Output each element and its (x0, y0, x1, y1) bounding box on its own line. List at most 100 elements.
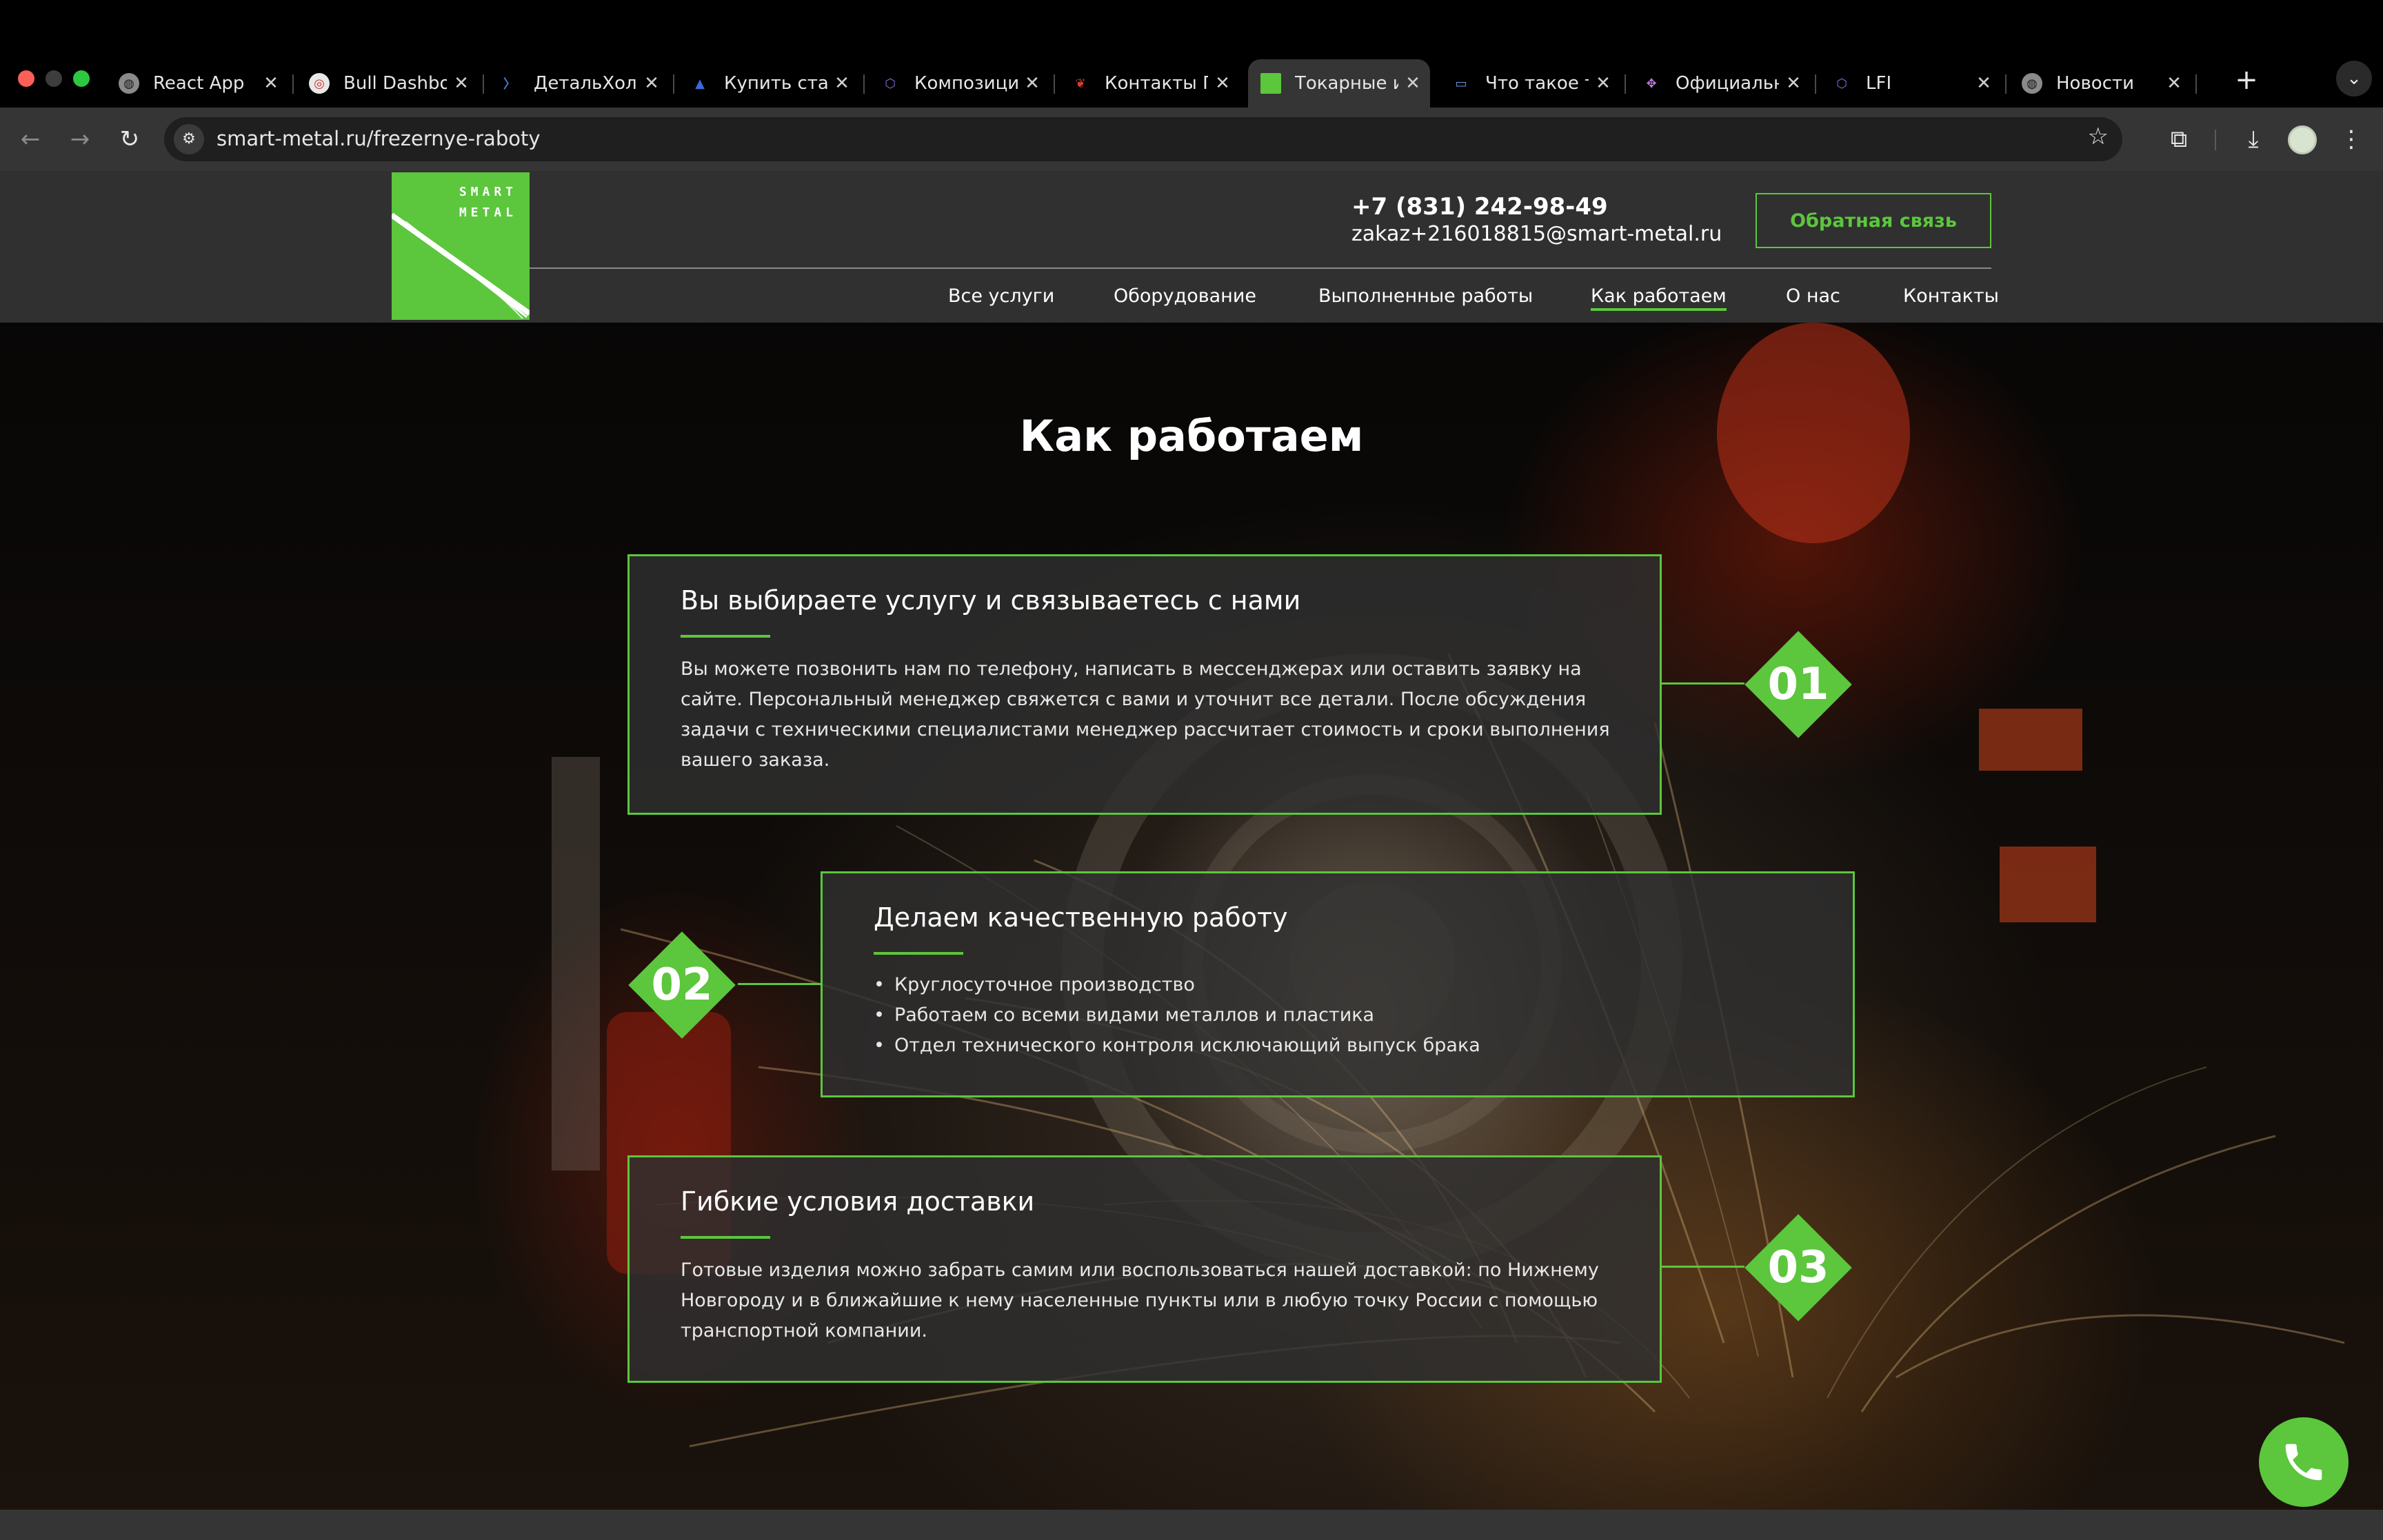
step-1-title: Вы выбираете услугу и связываетесь с нам… (681, 585, 1301, 616)
close-tab-icon[interactable]: ✕ (1973, 73, 1994, 94)
page-title: Как работаем (1019, 411, 1364, 461)
tab-chto-takoe[interactable]: ▭ Что такое т ✕ (1438, 59, 1620, 108)
smart-metal-logo[interactable]: SMART METAL (392, 172, 530, 320)
close-tab-icon[interactable]: ✕ (2164, 73, 2184, 94)
step-card-1: Вы выбираете услугу и связываетесь с нам… (627, 554, 1662, 815)
forward-arrow-icon[interactable]: → (63, 123, 97, 156)
tab-novosti[interactable]: ◍ Новости ✕ (2009, 59, 2191, 108)
site-header: SMART METAL +7 (831) 242-98-49 zakaz+216… (0, 171, 2383, 323)
step-1-number: 01 (1767, 659, 1829, 710)
site-settings-icon[interactable]: ⚙ (174, 124, 204, 154)
extensions-puzzle-icon[interactable]: ⧉ (2162, 123, 2195, 156)
tab-react-app[interactable]: ◍ React App ✕ (106, 59, 288, 108)
tab-tokarnye-active[interactable]: Токарные и ✕ (1248, 59, 1430, 108)
bookmark-star-icon[interactable]: ☆ (2088, 123, 2109, 150)
smart-metal-favicon (1260, 73, 1281, 94)
tab-kompozicii[interactable]: ⬡ Композиции ✕ (867, 59, 1049, 108)
step-3-text: Готовые изделия можно забрать самим или … (681, 1259, 1599, 1341)
triangle-favicon: ▲ (695, 76, 705, 91)
maximize-window-button[interactable] (73, 70, 90, 87)
flame-favicon: ❦ (1075, 76, 1086, 91)
url-text[interactable]: smart-metal.ru/frezernye-raboty (217, 127, 541, 150)
tab-separator (1054, 74, 1055, 94)
globe-icon: ◍ (119, 73, 139, 94)
call-fab-button[interactable] (2259, 1417, 2349, 1507)
tab-search-chevron-icon[interactable]: ⌄ (2336, 61, 2372, 97)
step-2-number: 02 (651, 960, 713, 1011)
globe-icon: ◍ (2022, 73, 2042, 94)
step-3-title: Гибкие условия доставки (681, 1186, 1035, 1217)
kebab-menu-icon[interactable]: ⋮ (2335, 123, 2368, 156)
tab-separator (1625, 74, 1626, 94)
list-item: Отдел технического контроля исключающий … (867, 1031, 1480, 1061)
step-1-text: Вы можете позвонить нам по телефону, нап… (681, 658, 1610, 771)
header-divider (530, 267, 1991, 269)
close-tab-icon[interactable]: ✕ (641, 73, 662, 94)
browser-titlebar: ◍ React App ✕ ◎ Bull Dashboard ✕ 〉 Детал… (0, 0, 2383, 108)
back-arrow-icon[interactable]: ← (14, 123, 47, 156)
callback-button[interactable]: Обратная связь (1756, 193, 1991, 248)
tab-separator (292, 74, 294, 94)
cube-icon: ⬡ (1836, 76, 1847, 91)
tab-detal[interactable]: 〉 ДетальХолдинг ✕ (487, 59, 669, 108)
nav-contacts[interactable]: Контакты (1903, 285, 1999, 307)
logo-swoosh-icon (392, 212, 530, 319)
download-icon[interactable]: ⤓ (2237, 123, 2270, 156)
phone-icon (2285, 1443, 2322, 1481)
minimize-window-button[interactable] (46, 70, 62, 87)
tab-separator (2195, 74, 2197, 94)
detal-favicon: 〉 (503, 77, 516, 92)
close-tab-icon[interactable]: ✕ (1022, 73, 1043, 94)
toolbar-separator (2215, 130, 2216, 150)
step-underline (874, 952, 963, 955)
target-icon: ◎ (309, 73, 330, 94)
close-tab-icon[interactable]: ✕ (832, 73, 852, 94)
step-connector (738, 983, 821, 985)
step-underline (681, 1236, 770, 1239)
reload-icon[interactable]: ↻ (113, 123, 146, 156)
address-bar[interactable]: ⚙ smart-metal.ru/frezernye-raboty ☆ (164, 117, 2122, 161)
step-connector (1662, 682, 1744, 685)
tab-lfi[interactable]: ⬡ LFI ✕ (1819, 59, 2001, 108)
step-underline (681, 635, 770, 638)
tab-kontakty[interactable]: ❦ Контакты П ✕ (1058, 59, 1240, 108)
tab-separator (863, 74, 865, 94)
close-tab-icon[interactable]: ✕ (451, 73, 472, 94)
header-phone[interactable]: +7 (831) 242-98-49 (1351, 193, 1608, 221)
close-tab-icon[interactable]: ✕ (1402, 73, 1423, 94)
close-tab-icon[interactable]: ✕ (261, 73, 281, 94)
card-icon: ▭ (1455, 76, 1467, 91)
step-2-title: Делаем качественную работу (874, 902, 1288, 933)
nav-about[interactable]: О нас (1786, 285, 1840, 307)
tab-separator (2005, 74, 2007, 94)
step-connector (1662, 1266, 1744, 1268)
profile-avatar[interactable] (2288, 125, 2317, 154)
step-2-list: Круглосуточное производство Работаем со … (867, 970, 1480, 1061)
tab-separator (483, 74, 484, 94)
nav-all-services[interactable]: Все услуги (948, 285, 1054, 307)
close-tab-icon[interactable]: ✕ (1593, 73, 1613, 94)
header-email[interactable]: zakaz+216018815@smart-metal.ru (1351, 222, 1722, 246)
close-window-button[interactable] (18, 70, 34, 87)
browser-toolbar: ← → ↻ ⚙ smart-metal.ru/frezernye-raboty … (0, 108, 2383, 171)
list-item: Работаем со всеми видами металлов и плас… (867, 1000, 1480, 1031)
window-bottom-bar (0, 1510, 2383, 1540)
list-item: Круглосуточное производство (867, 970, 1480, 1000)
cube-icon: ⬡ (885, 76, 896, 91)
puzzle-favicon: ✥ (1646, 76, 1657, 91)
close-tab-icon[interactable]: ✕ (1783, 73, 1804, 94)
close-tab-icon[interactable]: ✕ (1212, 73, 1233, 94)
step-card-2: Делаем качественную работу Круглосуточно… (821, 871, 1855, 1097)
new-tab-button[interactable]: + (2230, 63, 2263, 97)
tab-oficialnyj[interactable]: ✥ Официальн ✕ (1629, 59, 1811, 108)
step-card-3: Гибкие условия доставки Готовые изделия … (627, 1155, 1662, 1383)
page-viewport: SMART METAL +7 (831) 242-98-49 zakaz+216… (0, 171, 2383, 1510)
step-3-number: 03 (1767, 1242, 1829, 1293)
nav-how-we-work[interactable]: Как работаем (1591, 285, 1727, 311)
tab-strip: ◍ React App ✕ ◎ Bull Dashboard ✕ 〉 Детал… (106, 59, 2333, 108)
tab-separator (673, 74, 674, 94)
nav-equipment[interactable]: Оборудование (1114, 285, 1256, 307)
nav-completed-works[interactable]: Выполненные работы (1318, 285, 1533, 307)
tab-kupit-stanok[interactable]: ▲ Купить станок ✕ (677, 59, 859, 108)
tab-bull-dashboard[interactable]: ◎ Bull Dashboard ✕ (296, 59, 479, 108)
